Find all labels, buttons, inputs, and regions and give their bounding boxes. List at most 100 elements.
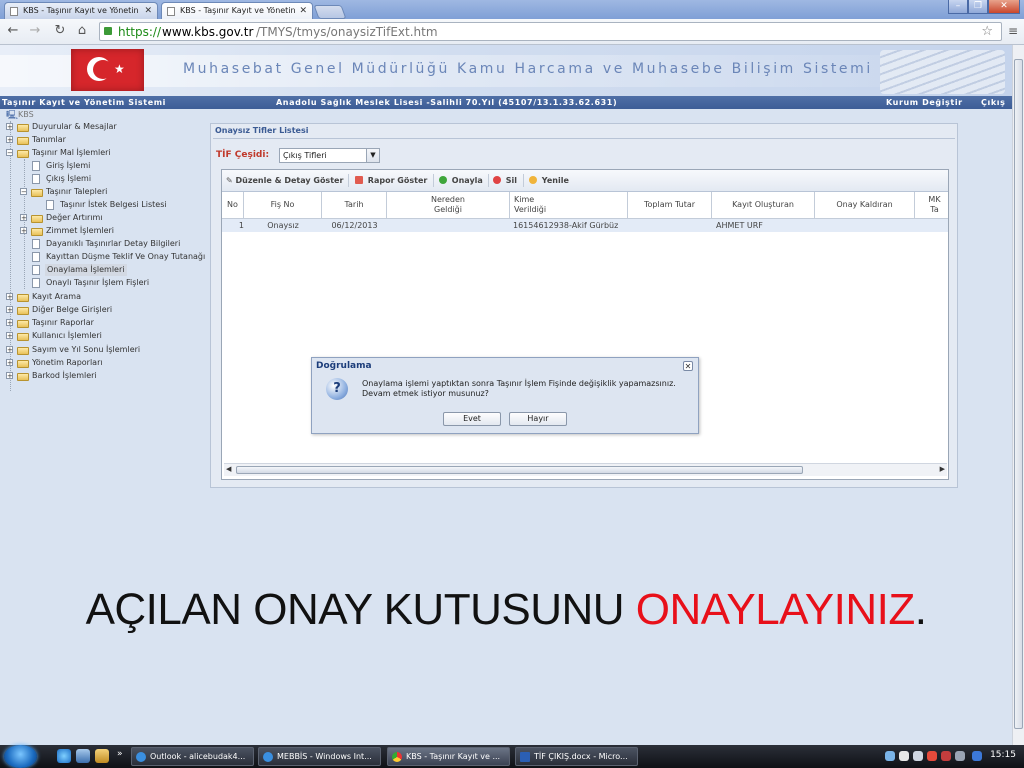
col-header-from[interactable]: Nereden Geldiği (387, 192, 510, 218)
turkish-flag-logo: ★ (71, 49, 144, 91)
scroll-right-icon[interactable]: ▶ (940, 465, 945, 473)
expand-icon[interactable]: + (6, 319, 13, 327)
expand-icon[interactable]: + (6, 372, 13, 380)
col-header-date[interactable]: Tarih (322, 192, 387, 218)
network-icon[interactable] (885, 751, 895, 761)
expand-icon[interactable]: + (6, 136, 13, 144)
vertical-scrollbar[interactable] (1012, 45, 1024, 745)
expand-icon[interactable]: + (6, 293, 13, 301)
bookmark-star-icon[interactable]: ☆ (981, 24, 993, 39)
button-label: Yenile (541, 176, 569, 185)
show-report-button[interactable]: Rapor Göster (355, 175, 427, 186)
desktop-icon[interactable] (76, 749, 90, 763)
document-icon (32, 161, 40, 171)
expand-icon[interactable]: + (6, 359, 13, 367)
browser-tab[interactable]: KBS - Taşınır Kayıt ve Yönetin ✕ (4, 2, 158, 19)
col-header-no[interactable]: No (222, 192, 244, 218)
taskbar-label: MEBBİS - Windows Int... (277, 752, 372, 761)
document-icon (32, 265, 40, 275)
chrome-icon (392, 752, 402, 762)
ie-icon[interactable] (57, 749, 71, 763)
antivirus-icon[interactable] (927, 751, 937, 761)
tree-label: Tanımlar (32, 135, 66, 144)
tree-label: Zimmet İşlemleri (46, 226, 115, 235)
col-header-total[interactable]: Toplam Tutar (628, 192, 712, 218)
expand-icon[interactable]: + (20, 227, 27, 235)
taskbar-button-mebbis[interactable]: MEBBİS - Windows Int... (258, 747, 381, 766)
col-header-creator[interactable]: Kayıt Oluşturan (712, 192, 815, 218)
button-label: Sil (505, 176, 518, 185)
taskbar-button-outlook[interactable]: Outlook - alicebudak4... (131, 747, 254, 766)
tab-title: KBS - Taşınır Kayıt ve Yönetin (23, 6, 139, 15)
volume-icon[interactable] (913, 751, 923, 761)
tree-label: Kullanıcı İşlemleri (32, 331, 102, 340)
ie-icon (136, 752, 146, 762)
expand-icon[interactable]: + (6, 346, 13, 354)
expand-icon[interactable]: + (6, 306, 13, 314)
col-header-slip-no[interactable]: Fiş No (244, 192, 322, 218)
cell-to: 16154612938-Akif Gürbüz (513, 221, 619, 230)
home-icon[interactable]: ⌂ (73, 23, 91, 39)
alert-icon[interactable] (941, 751, 951, 761)
address-bar[interactable]: https:// www.kbs.gov.tr /TMYS/tmys/onays… (99, 22, 1002, 41)
forward-icon[interactable]: → (26, 23, 44, 39)
dialog-close-icon[interactable]: ✕ (683, 361, 693, 371)
edit-detail-button[interactable]: ✎ Düzenle & Detay Göster (226, 175, 343, 186)
speaker-icon[interactable] (955, 751, 965, 761)
col-header-unapprover[interactable]: Onay Kaldıran (815, 192, 915, 218)
col-header-mk[interactable]: MK Ta (915, 192, 948, 218)
scrollbar-thumb[interactable] (1014, 59, 1023, 729)
change-institution-link[interactable]: Kurum Değiştir (886, 96, 963, 109)
reload-icon[interactable]: ↻ (51, 23, 69, 39)
taskbar-label: TİF ÇIKIŞ.docx - Micro... (534, 752, 628, 761)
menu-icon[interactable]: ≡ (1004, 23, 1022, 39)
more-chevron-icon[interactable]: » (117, 749, 123, 759)
browser-tab-active[interactable]: KBS - Taşınır Kayıt ve Yönetin ✕ (161, 2, 313, 19)
tif-type-select[interactable]: Çıkış Tifleri ▼ (279, 148, 380, 163)
panel-title: Onaysız Tifler Listesi (215, 126, 309, 135)
window-close-button[interactable]: ✕ (988, 0, 1020, 14)
tree-label: Onaylı Taşınır İşlem Fişleri (46, 278, 150, 287)
back-icon[interactable]: ← (4, 23, 22, 39)
display-icon[interactable] (972, 751, 982, 761)
tree-label: Kayıt Arama (32, 292, 82, 301)
minimize-button[interactable]: – (948, 0, 968, 14)
collapse-icon[interactable]: − (20, 188, 27, 196)
scroll-left-icon[interactable]: ◀ (226, 465, 231, 473)
yes-button[interactable]: Evet (443, 412, 501, 426)
taskbar-button-kbs[interactable]: KBS - Taşınır Kayıt ve ... (387, 747, 510, 766)
delete-button[interactable]: Sil (493, 175, 517, 186)
taskbar-button-word[interactable]: TİF ÇIKIŞ.docx - Micro... (515, 747, 638, 766)
refresh-button[interactable]: Yenile (529, 175, 569, 186)
confirmation-dialog: Doğrulama ✕ ? Onaylama işlemi yaptıktan … (311, 357, 699, 434)
logout-link[interactable]: Çıkış (981, 96, 1005, 109)
folder-icon (17, 320, 29, 328)
caption-text: AÇILAN ONAY KUTUSUNU (85, 585, 636, 634)
tab-title: KBS - Taşınır Kayıt ve Yönetin (180, 6, 296, 15)
table-row[interactable]: 1 Onaysız 06/12/2013 16154612938-Akif Gü… (222, 219, 948, 232)
horizontal-scrollbar[interactable]: ◀ ▶ (224, 463, 947, 476)
chevron-down-icon[interactable]: ▼ (366, 149, 379, 162)
tray-icon[interactable] (899, 751, 909, 761)
tree-label: Taşınır İstek Belgesi Listesi (60, 200, 167, 209)
clock[interactable]: 15:15 (990, 750, 1016, 760)
close-icon[interactable]: ✕ (144, 3, 152, 19)
tree-label: Kayıttan Düşme Teklif Ve Onay Tutanağı (46, 252, 206, 261)
scrollbar-thumb[interactable] (236, 466, 803, 474)
users-icon[interactable] (95, 749, 109, 763)
no-button[interactable]: Hayır (509, 412, 567, 426)
folder-open-icon (31, 189, 43, 197)
col-header-to[interactable]: Kime Verildiği (510, 192, 628, 218)
folder-icon (17, 373, 29, 381)
approve-button[interactable]: Onayla (439, 175, 483, 186)
grid-toolbar: ✎ Düzenle & Detay Göster Rapor Göster On… (222, 170, 948, 192)
expand-icon[interactable]: + (6, 332, 13, 340)
new-tab-button[interactable] (313, 5, 347, 19)
collapse-icon[interactable]: − (6, 149, 13, 157)
maximize-button[interactable]: ❐ (968, 0, 988, 14)
close-icon[interactable]: ✕ (299, 3, 307, 19)
tree-label: Dayanıklı Taşınırlar Detay Bilgileri (46, 239, 181, 248)
expand-icon[interactable]: + (20, 214, 27, 222)
start-button[interactable] (4, 745, 37, 768)
expand-icon[interactable]: + (6, 123, 13, 131)
